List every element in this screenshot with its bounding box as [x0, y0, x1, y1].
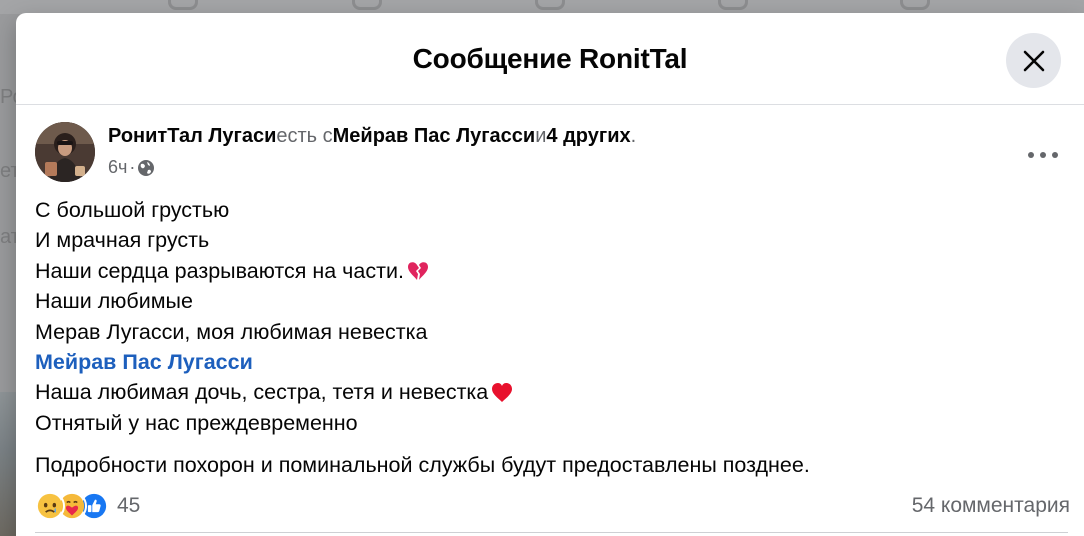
post-line-text: И мрачная грусть [35, 228, 210, 253]
divider [35, 532, 1068, 533]
period: . [630, 125, 637, 147]
avatar[interactable] [35, 122, 95, 182]
background-nav-icon [535, 0, 565, 10]
more-dot [1052, 152, 1058, 158]
avatar-image [35, 122, 95, 182]
globe-icon [138, 159, 155, 176]
more-dot [1040, 152, 1046, 158]
background-nav-icon [168, 0, 198, 10]
post-line: Подробности похорон и поминальной службы… [35, 450, 1055, 480]
reaction-count[interactable]: 45 [117, 494, 140, 518]
post-line: Наши сердца разрываются на части. [35, 256, 1055, 286]
post-line-text: Наши любимые [35, 289, 193, 314]
post-body: С большой грустью И мрачная грусть Наши … [35, 195, 1055, 481]
post-line-text: Наша любимая дочь, сестра, тетя и невест… [35, 380, 489, 405]
author-name[interactable]: РонитТал Лугаси [108, 125, 276, 147]
post-header: РонитТал Лугасиесть сМейрав Пас Лугассии… [16, 106, 1084, 186]
post-line: Наша любимая дочь, сестра, тетя и невест… [35, 377, 1055, 407]
meta-separator: · [129, 157, 136, 177]
background-topbar [0, 0, 1084, 14]
more-horizontal-icon [1028, 152, 1034, 158]
post-line: С большой грустью [35, 195, 1055, 225]
dialog-header: Сообщение RonitTal [16, 13, 1084, 105]
post-meta: 6ч · [108, 157, 155, 178]
background-nav-icon [900, 0, 930, 10]
post-line: Мерав Лугасси, моя любимая невестка [35, 317, 1055, 347]
close-button[interactable] [1006, 33, 1061, 88]
background-nav-icon [352, 0, 382, 10]
post-line: Мейрав Пас Лугасси [35, 347, 1055, 377]
with-text: есть с [276, 125, 333, 147]
others-link[interactable]: 4 других [546, 125, 630, 147]
sad-reaction-icon [35, 491, 65, 521]
background-photo [0, 392, 16, 536]
tagged-person-link[interactable]: Мейрав Пас Лугасси [333, 125, 536, 147]
comments-count-link[interactable]: 54 комментария [912, 494, 1070, 518]
post-line-text: Отнятый у нас преждевременно [35, 410, 358, 435]
reactions-summary[interactable]: 45 [35, 491, 140, 521]
mention-link[interactable]: Мейрав Пас Лугасси [35, 347, 253, 377]
post-line: И мрачная грусть [35, 225, 1055, 255]
post-line-text: Наши сердца разрываются на части. [35, 258, 404, 283]
post-footer-line: Подробности похорон и поминальной службы… [35, 453, 810, 478]
post-line: Отнятый у нас преждевременно [35, 408, 1055, 438]
post-line-text: С большой грустью [35, 198, 230, 222]
and-text: и [535, 125, 547, 147]
author-line: РонитТал Лугасиесть сМейрав Пас Лугассии… [108, 125, 636, 148]
more-options-button[interactable] [1028, 148, 1058, 162]
post-line: Наши любимые [35, 286, 1055, 316]
broken-heart-emoji [407, 262, 428, 281]
dialog-title: Сообщение RonitTal [412, 42, 688, 74]
post-time[interactable]: 6ч [108, 157, 127, 178]
red-heart-emoji [492, 382, 513, 402]
close-icon [1023, 50, 1044, 71]
post-line-text: Мерав Лугасси, моя любимая невестка [35, 319, 428, 344]
background-nav-icon [718, 0, 748, 10]
post-dialog: Сообщение RonitTal РонитТал Лугасиесть с… [16, 13, 1084, 536]
